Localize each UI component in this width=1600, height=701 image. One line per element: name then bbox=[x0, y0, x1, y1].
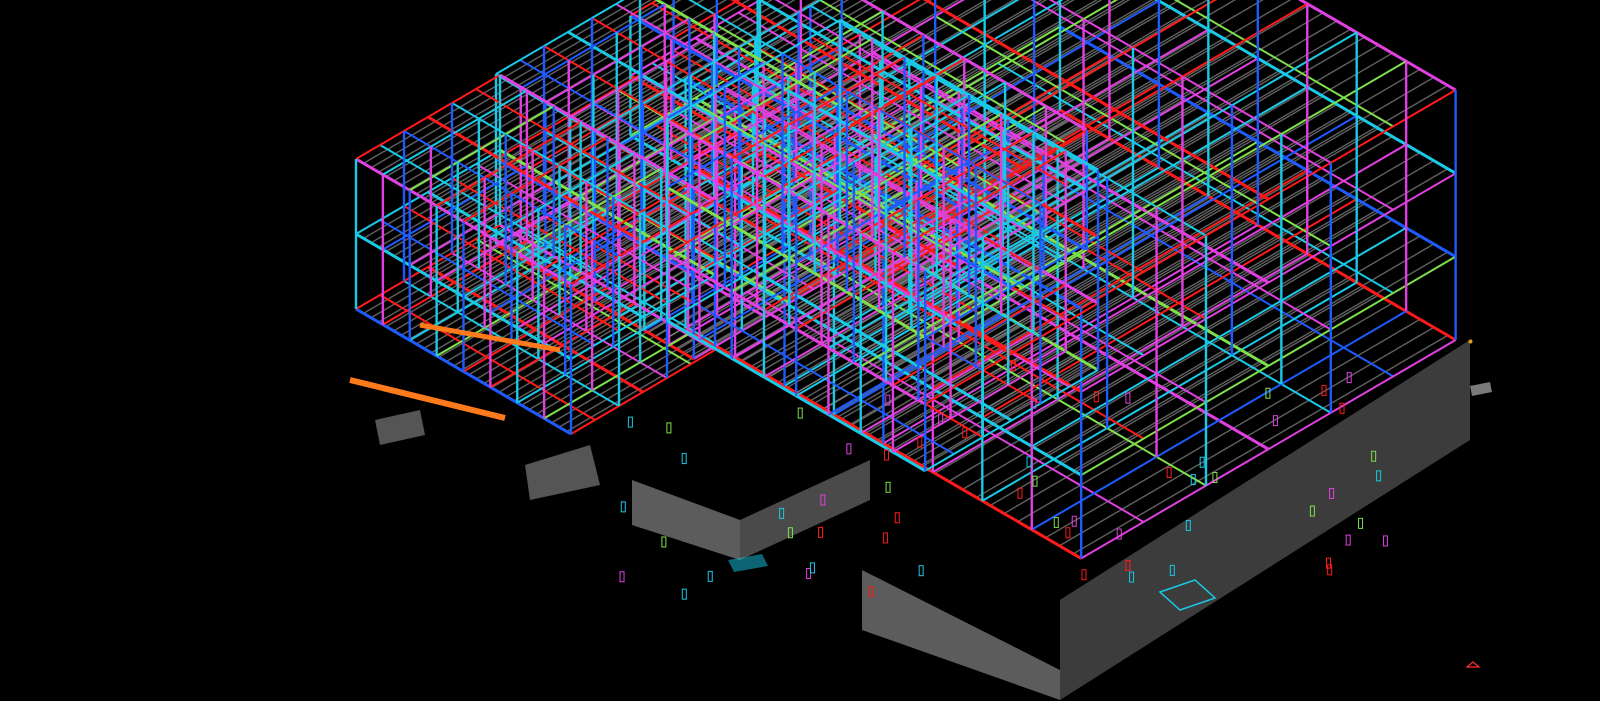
connection-plate bbox=[666, 422, 672, 434]
structural-model[interactable] bbox=[0, 0, 1600, 701]
connection-plate bbox=[619, 571, 625, 583]
connection-plate bbox=[1053, 516, 1059, 528]
connection-plate bbox=[1032, 475, 1038, 487]
connection-plate bbox=[885, 481, 891, 493]
navigation-marker-icon bbox=[1468, 331, 1473, 344]
connection-plate bbox=[620, 501, 626, 513]
connection-plate bbox=[1358, 517, 1364, 529]
model-viewport[interactable] bbox=[0, 0, 1600, 701]
connection-plate bbox=[681, 453, 687, 465]
connection-plate bbox=[846, 443, 852, 455]
connection-plate bbox=[1166, 467, 1172, 479]
connection-plate bbox=[1382, 535, 1388, 547]
connection-plate bbox=[797, 407, 803, 419]
connection-plate bbox=[882, 532, 888, 544]
wall-face bbox=[525, 445, 600, 500]
connection-plate bbox=[1065, 527, 1071, 539]
ucs-origin-icon bbox=[1465, 656, 1481, 668]
connection-plate bbox=[1326, 557, 1332, 569]
wall-face bbox=[740, 460, 870, 560]
connection-plate bbox=[883, 449, 889, 461]
connection-plate bbox=[1081, 569, 1087, 581]
connection-plate bbox=[707, 570, 713, 582]
connection-plate bbox=[681, 588, 687, 600]
connection-plate bbox=[918, 565, 924, 577]
connection-plate bbox=[894, 512, 900, 524]
connection-plate bbox=[1125, 392, 1131, 404]
connection-plate bbox=[818, 526, 824, 538]
equipment-pad bbox=[1470, 382, 1492, 396]
connection-plate bbox=[962, 427, 968, 439]
connection-plate bbox=[627, 416, 633, 428]
wall-face bbox=[375, 410, 425, 445]
connection-plate bbox=[1327, 564, 1333, 576]
orange-beam bbox=[349, 377, 506, 421]
wall-face bbox=[632, 480, 740, 560]
wall-face bbox=[862, 570, 1060, 700]
connection-plate bbox=[661, 536, 667, 548]
connection-plate bbox=[1345, 534, 1351, 546]
